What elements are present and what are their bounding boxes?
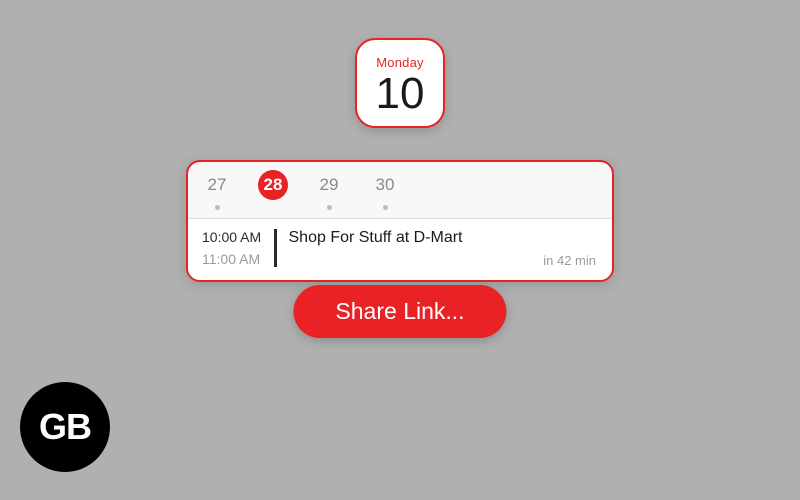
event-row[interactable]: 10:00 AM 11:00 AM Shop For Stuff at D-Ma… [188,219,612,280]
event-dot-icon [215,205,220,210]
date-col-28[interactable]: 28 [258,170,288,210]
date-number: 27 [202,170,232,200]
event-dot-icon [327,205,332,210]
event-start-time: 10:00 AM [202,229,270,245]
calendar-event-card[interactable]: 27 28 29 30 10:00 AM 11:00 AM Shop For S… [186,160,614,282]
event-end-time: 11:00 AM [202,251,270,267]
event-time-block: 10:00 AM 11:00 AM [202,229,270,267]
event-title: Shop For Stuff at D-Mart [289,229,599,247]
date-number-selected: 28 [258,170,288,200]
event-dot-icon [383,205,388,210]
event-body: Shop For Stuff at D-Mart in 42 min [289,229,599,268]
date-col-29[interactable]: 29 [314,170,344,210]
date-strip: 27 28 29 30 [188,162,612,219]
date-col-27[interactable]: 27 [202,170,232,210]
site-logo-badge: GB [20,382,110,472]
date-col-30[interactable]: 30 [370,170,400,210]
date-number: 29 [314,170,344,200]
icon-day-name: Monday [376,55,423,70]
date-number: 30 [370,170,400,200]
calendar-app-icon: Monday 10 [355,38,445,128]
logo-text: GB [39,406,91,448]
event-eta: in 42 min [543,253,596,268]
icon-day-number: 10 [376,72,425,116]
share-link-button[interactable]: Share Link... [293,285,506,338]
event-color-bar [274,229,277,267]
